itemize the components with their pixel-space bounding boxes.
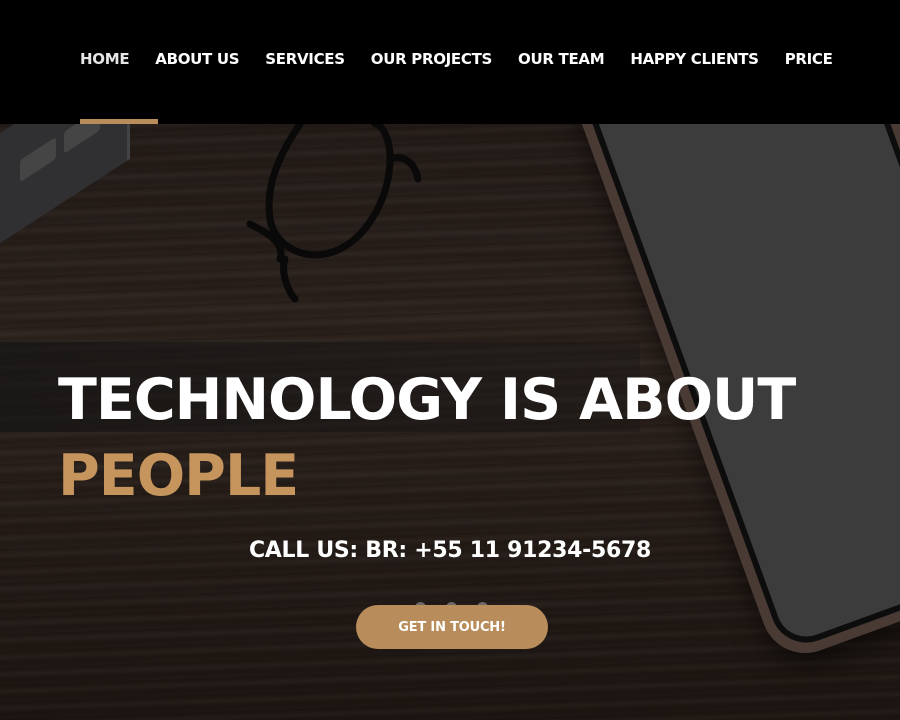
nav-item-about-us[interactable]: ABOUT US	[155, 49, 239, 68]
hero-headline: TECHNOLOGY IS ABOUT PEOPLE	[58, 362, 796, 514]
nav-link-price[interactable]: PRICE	[785, 50, 833, 68]
top-navigation-bar: HOME ABOUT US SERVICES OUR PROJECTS OUR …	[0, 0, 900, 124]
nav-item-our-projects[interactable]: OUR PROJECTS	[371, 49, 493, 68]
nav-link-home[interactable]: HOME	[80, 50, 130, 68]
active-nav-indicator	[80, 119, 158, 124]
nav-menu: HOME ABOUT US SERVICES OUR PROJECTS OUR …	[80, 49, 833, 68]
nav-item-happy-clients[interactable]: HAPPY CLIENTS	[630, 49, 759, 68]
nav-item-services[interactable]: SERVICES	[265, 49, 345, 68]
nav-link-our-projects[interactable]: OUR PROJECTS	[371, 50, 493, 68]
nav-link-services[interactable]: SERVICES	[265, 50, 345, 68]
hero-headline-line2: PEOPLE	[58, 443, 299, 509]
nav-item-price[interactable]: PRICE	[785, 49, 833, 68]
nav-item-home[interactable]: HOME	[80, 49, 130, 68]
nav-link-happy-clients[interactable]: HAPPY CLIENTS	[630, 50, 759, 68]
hero-section: TECHNOLOGY IS ABOUT PEOPLE CALL US: BR: …	[0, 124, 900, 720]
nav-link-our-team[interactable]: OUR TEAM	[518, 50, 605, 68]
nav-link-about-us[interactable]: ABOUT US	[155, 50, 239, 68]
nav-item-our-team[interactable]: OUR TEAM	[518, 49, 605, 68]
get-in-touch-button[interactable]: GET IN TOUCH!	[356, 605, 548, 649]
hero-headline-line1: TECHNOLOGY IS ABOUT	[58, 367, 796, 433]
call-us-text: CALL US: BR: +55 11 91234-5678	[248, 538, 652, 563]
